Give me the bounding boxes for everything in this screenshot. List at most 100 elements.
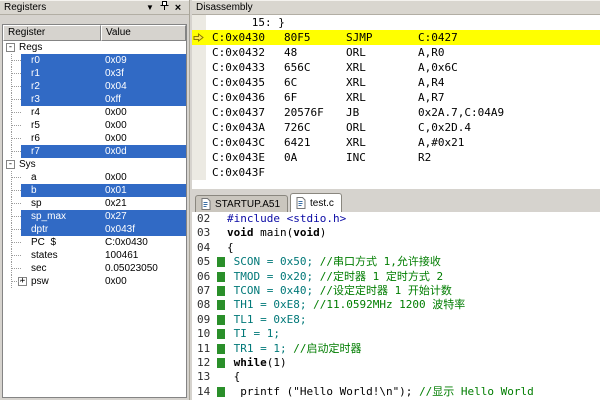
register-row-r6[interactable]: r6 0x00 [3,132,186,145]
instruction-mnemonic: ORL [346,46,366,59]
register-row-r2[interactable]: r2 0x04 [3,80,186,93]
code-line-03[interactable]: 03 void main(void) [192,226,600,240]
register-row-sys[interactable]: - Sys [3,158,186,171]
code-segment-sfr: SCON = 0x50; [227,255,320,269]
register-row-r1[interactable]: r1 0x3f [3,67,186,80]
coverage-marker-column[interactable] [216,284,227,298]
register-name: psw [31,276,49,287]
code-segment-sfr: TR1 = 1; [227,341,294,355]
disassembly-line-c-0x043e[interactable]: C:0x043E 0A INC R2 [192,150,600,165]
register-name: r7 [31,146,40,157]
coverage-marker [217,343,225,354]
collapse-icon[interactable]: - [6,43,15,52]
coverage-marker-column[interactable] [216,327,227,341]
window-menu-button[interactable]: ▼ [143,2,157,14]
coverage-marker-column[interactable] [216,270,227,284]
tab-startup-a51[interactable]: STARTUP.A51 [195,195,289,212]
register-row-a[interactable]: a 0x00 [3,171,186,184]
register-row-r3[interactable]: r3 0xff [3,93,186,106]
coverage-marker-column[interactable] [216,255,227,269]
value-column-header[interactable]: Value [101,25,186,41]
coverage-marker [217,314,225,325]
code-line-08[interactable]: 08 TH1 = 0xE8; //11.0592MHz 1200 波特率 [192,298,600,312]
line-number: 02 [197,212,211,225]
tab-test-c[interactable]: test.c [290,193,342,212]
register-name: Sys [19,159,36,170]
registers-titlebar[interactable]: Registers ▼ × [0,0,189,15]
code-line-05[interactable]: 05 SCON = 0x50; //串口方式 1,允许接收 [192,255,600,269]
disassembly-source-line[interactable]: 15: } [192,15,600,30]
instruction-address: C:0x0437 [212,106,265,119]
coverage-marker-column[interactable] [216,241,227,255]
register-name: a [31,172,37,183]
register-row-sec[interactable]: sec 0.05023050 [3,262,186,275]
close-button[interactable]: × [171,2,185,14]
register-row-r7[interactable]: r7 0x0d [3,145,186,158]
register-name: r0 [31,55,40,66]
register-name: sec [31,263,47,274]
disassembly-line-c-0x0435[interactable]: C:0x0435 6C XRL A,R4 [192,75,600,90]
coverage-marker-column[interactable] [216,298,227,312]
pin-button[interactable] [157,1,171,14]
instruction-address: C:0x0432 [212,46,265,59]
register-value: 0.05023050 [105,263,158,274]
register-row-states[interactable]: states 100461 [3,249,186,262]
register-name: Regs [19,42,43,53]
register-value: 0x043f [105,224,136,235]
code-line-06[interactable]: 06 TMOD = 0x20; //定时器 1 定时方式 2 [192,270,600,284]
disassembly-line-c-0x0437[interactable]: C:0x0437 20576F JB 0x2A.7,C:04A9 [192,105,600,120]
code-text: #include <stdio.h> [227,212,600,226]
register-row-b[interactable]: b 0x01 [3,184,186,197]
disassembly-line-c-0x0436[interactable]: C:0x0436 6F XRL A,R7 [192,90,600,105]
disassembly-pane: Disassembly 15: } C:0x0430 80F5 SJMP C:0427 C… [192,0,600,189]
register-column-header[interactable]: Register [3,25,101,41]
code-text: { [227,241,600,255]
registers-pane: Registers ▼ × Register Value - Regs r0 0x09… [0,0,190,400]
line-number: 10 [197,327,211,341]
code-line-13[interactable]: 13 { [192,370,600,384]
code-line-09[interactable]: 09 TL1 = 0xE8; [192,313,600,327]
coverage-marker-column[interactable] [216,356,227,370]
register-row-r5[interactable]: r5 0x00 [3,119,186,132]
instruction-mnemonic: XRL [346,61,366,74]
coverage-marker-column[interactable] [216,212,227,226]
disassembly-line-c-0x043c[interactable]: C:0x043C 6421 XRL A,#0x21 [192,135,600,150]
disassembly-line-c-0x043f[interactable]: C:0x043F [192,165,600,180]
code-segment-include: #include <stdio.h> [227,212,347,225]
line-number: 14 [197,384,211,398]
expand-icon[interactable]: + [18,277,27,286]
disassembly-titlebar[interactable]: Disassembly [192,0,600,15]
code-line-02[interactable]: 02 #include <stdio.h> [192,212,600,226]
disassembly-line-c-0x0433[interactable]: C:0x0433 656C XRL A,0x6C [192,60,600,75]
register-row-sp[interactable]: sp 0x21 [3,197,186,210]
register-row-dptr[interactable]: dptr 0x043f [3,223,186,236]
disassembly-line-c-0x0430[interactable]: C:0x0430 80F5 SJMP C:0427 [192,30,600,45]
register-row-sp-max[interactable]: sp_max 0x27 [3,210,186,223]
instruction-bytes: 0A [284,151,298,164]
line-number: 08 [197,298,211,312]
coverage-marker-column[interactable] [216,226,227,240]
register-row-r4[interactable]: r4 0x00 [3,106,186,119]
code-text: TL1 = 0xE8; [227,313,600,327]
disassembly-line-c-0x0432[interactable]: C:0x0432 48 ORL A,R0 [192,45,600,60]
coverage-marker-column[interactable] [216,313,227,327]
register-row-regs[interactable]: - Regs [3,41,186,54]
coverage-marker-column[interactable] [216,342,227,356]
code-line-11[interactable]: 11 TR1 = 1; //启动定时器 [192,342,600,356]
collapse-icon[interactable]: - [6,160,15,169]
line-number: 04 [197,240,211,254]
code-line-10[interactable]: 10 TI = 1; [192,327,600,341]
instruction-pointer-margin [192,75,206,90]
code-line-14[interactable]: 14 printf ("Hello World!\n"); //显示 Hello… [192,385,600,399]
code-line-12[interactable]: 12 while(1) [192,356,600,370]
register-row-pc[interactable]: PC $ C:0x0430 [3,236,186,249]
register-row-psw[interactable]: + psw 0x00 [3,275,186,288]
register-row-r0[interactable]: r0 0x09 [3,54,186,67]
keil-debugger-window: Registers ▼ × Register Value - Regs r0 0x09… [0,0,600,400]
disassembly-line-c-0x043a[interactable]: C:0x043A 726C ORL C,0x2D.4 [192,120,600,135]
code-line-04[interactable]: 04 { [192,241,600,255]
code-line-07[interactable]: 07 TCON = 0x40; //设定定时器 1 开始计数 [192,284,600,298]
coverage-marker-column[interactable] [216,370,227,384]
coverage-marker-column[interactable] [216,385,227,399]
instruction-bytes: 6C [284,76,298,89]
